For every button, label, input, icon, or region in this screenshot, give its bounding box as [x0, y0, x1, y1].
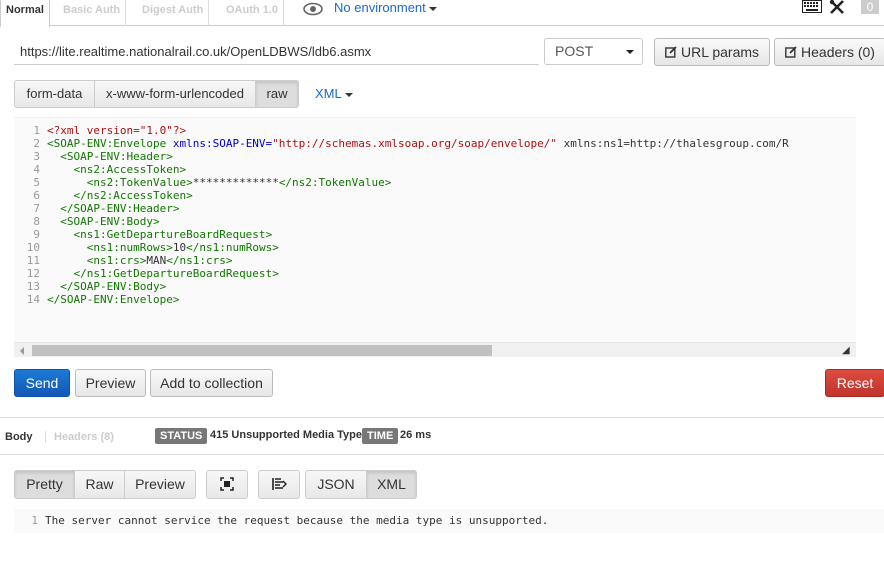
editor-line-number: 9: [33, 228, 40, 241]
add-to-collection-button[interactable]: Add to collection: [150, 369, 273, 397]
editor-line-number: 3: [33, 150, 40, 163]
editor-line-number: 4: [33, 163, 40, 176]
editor-line-number: 5: [33, 176, 40, 189]
format-json[interactable]: JSON: [305, 470, 367, 499]
editor-line-number: 1: [33, 124, 40, 137]
editor-line[interactable]: <SOAP-ENV:Body>: [47, 215, 855, 228]
body-type-form-data[interactable]: form-data: [14, 80, 95, 108]
tab-normal[interactable]: Normal: [0, 0, 50, 27]
editor-line-number: 8: [33, 215, 40, 228]
headers-button[interactable]: Headers (0): [774, 38, 884, 66]
editor-code[interactable]: <?xml version="1.0"?> <SOAP-ENV:Envelope …: [47, 124, 855, 306]
response-tab-body[interactable]: Body: [5, 431, 33, 443]
keyboard-icon[interactable]: [802, 0, 822, 13]
raw-format-label: XML: [315, 86, 342, 101]
wrap-lines-button[interactable]: [258, 470, 300, 499]
response-body-text: The server cannot service the request be…: [45, 514, 549, 527]
format-xml[interactable]: XML: [366, 470, 417, 499]
editor-line[interactable]: </SOAP-ENV:Header>: [47, 202, 855, 215]
eye-icon[interactable]: [303, 2, 323, 16]
editor-line[interactable]: </ns1:GetDepartureBoardRequest>: [47, 267, 855, 280]
url-input[interactable]: [14, 38, 539, 65]
auth-tab-bar: Normal Basic Auth Digest Auth OAuth 1.0 …: [0, 0, 884, 27]
time-value: 26 ms: [400, 429, 432, 441]
response-tab-headers[interactable]: Headers (8): [45, 431, 114, 443]
editor-line[interactable]: </ns2:AccessToken>: [47, 189, 855, 202]
send-button[interactable]: Send: [14, 369, 70, 397]
editor-line[interactable]: <SOAP-ENV:Header>: [47, 150, 855, 163]
tools-icon[interactable]: [829, 0, 845, 14]
editor-line[interactable]: <ns2:AccessToken>: [47, 163, 855, 176]
environment-select[interactable]: No environment: [334, 0, 437, 18]
headers-label: Headers (0): [801, 44, 875, 60]
editor-line-number: 10: [26, 241, 40, 254]
method-value: POST: [555, 43, 594, 59]
request-body-editor[interactable]: 1 2 3 4 5 6 7 8 9 10 11 12 13 14 <?xml version="1.0"?…: [14, 117, 856, 357]
chevron-down-icon: [626, 50, 634, 54]
reset-button[interactable]: Reset: [825, 369, 884, 397]
chevron-down-icon: [344, 92, 353, 97]
editor-line[interactable]: </SOAP-ENV:Envelope>: [47, 293, 855, 306]
edit-icon: [665, 46, 677, 58]
response-line-number: 1: [31, 514, 38, 527]
chevron-down-icon: [428, 6, 437, 11]
tab-digest-auth[interactable]: Digest Auth: [137, 0, 210, 26]
preview-button[interactable]: Preview: [75, 369, 146, 397]
notification-count-badge[interactable]: 0: [861, 0, 879, 14]
resize-handle-icon[interactable]: ◢: [842, 345, 850, 356]
body-type-raw[interactable]: raw: [255, 80, 299, 108]
wrap-lines-icon: [272, 478, 287, 490]
editor-gutter: 1 2 3 4 5 6 7 8 9 10 11 12 13 14: [14, 124, 40, 306]
url-params-button[interactable]: URL params: [654, 38, 770, 66]
tab-basic-auth[interactable]: Basic Auth: [58, 0, 127, 26]
response-meta-bar: Body Headers (8) STATUS 415 Unsupported …: [0, 417, 884, 455]
view-preview[interactable]: Preview: [124, 470, 196, 499]
editor-line[interactable]: </SOAP-ENV:Body>: [47, 280, 855, 293]
scrollbar-thumb[interactable]: [32, 345, 492, 356]
url-params-label: URL params: [680, 44, 760, 60]
view-pretty[interactable]: Pretty: [14, 470, 75, 499]
editor-horizontal-scrollbar[interactable]: ◢: [14, 342, 856, 357]
editor-line[interactable]: <ns1:GetDepartureBoardRequest>: [47, 228, 855, 241]
edit-icon: [785, 46, 797, 58]
environment-label: No environment: [334, 0, 426, 15]
time-badge: TIME: [362, 428, 399, 444]
editor-line-number: 11: [26, 254, 40, 267]
editor-line-number: 2: [33, 137, 40, 150]
response-body[interactable]: 1 The server cannot service the request …: [14, 509, 884, 533]
tab-oauth[interactable]: OAuth 1.0: [221, 0, 284, 26]
body-type-urlencoded[interactable]: x-www-form-urlencoded: [94, 80, 256, 108]
view-raw[interactable]: Raw: [74, 470, 125, 499]
editor-line[interactable]: <ns2:TokenValue>*************</ns2:Token…: [47, 176, 855, 189]
method-select[interactable]: POST: [544, 38, 643, 65]
editor-line[interactable]: <SOAP-ENV:Envelope xmlns:SOAP-ENV="http:…: [47, 137, 855, 150]
editor-line-number: 12: [26, 267, 40, 280]
editor-line[interactable]: <ns1:numRows>10</ns1:numRows>: [47, 241, 855, 254]
editor-line-number: 6: [33, 189, 40, 202]
editor-line-number: 14: [26, 293, 40, 306]
editor-line[interactable]: <?xml version="1.0"?>: [47, 124, 855, 137]
fullscreen-icon: [220, 477, 234, 491]
editor-line-number: 13: [26, 280, 40, 293]
editor-line-number: 7: [33, 202, 40, 215]
status-badge: STATUS: [155, 428, 208, 444]
fullscreen-button[interactable]: [206, 470, 248, 499]
editor-line[interactable]: <ns1:crs>MAN</ns1:crs>: [47, 254, 855, 267]
status-value: 415 Unsupported Media Type: [210, 429, 362, 441]
scroll-left-arrow-icon[interactable]: [20, 347, 24, 355]
raw-format-dropdown[interactable]: XML: [315, 86, 353, 101]
